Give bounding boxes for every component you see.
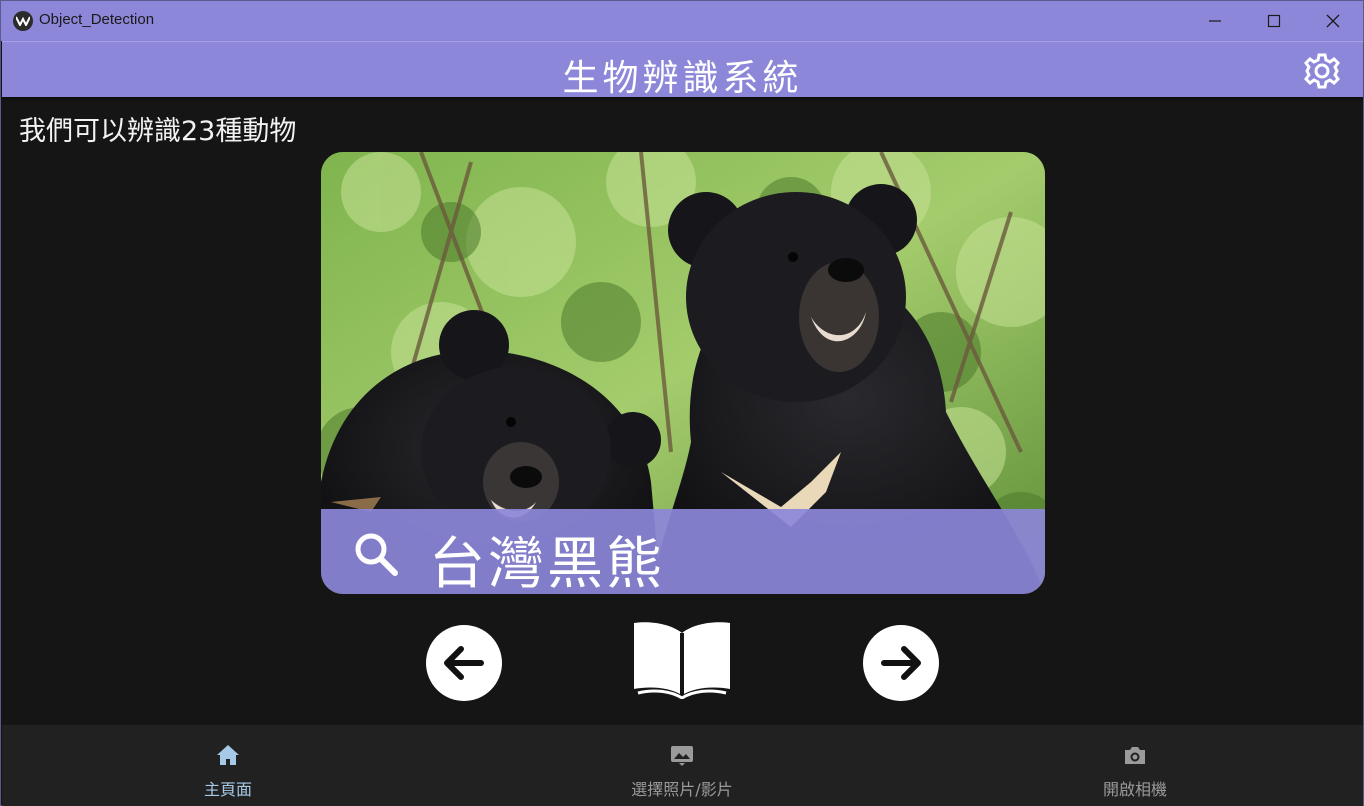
previous-button[interactable] bbox=[426, 625, 502, 701]
app-logo-icon bbox=[13, 11, 33, 31]
next-button[interactable] bbox=[863, 625, 939, 701]
encyclopedia-button[interactable] bbox=[629, 619, 735, 700]
home-icon bbox=[217, 745, 239, 765]
nav-item-home[interactable]: 主頁面 bbox=[78, 725, 378, 806]
recognized-animal-name: 台灣黑熊 bbox=[429, 532, 665, 594]
settings-button[interactable] bbox=[1301, 50, 1343, 92]
arrow-right-icon bbox=[881, 646, 921, 680]
title-bar: Object_Detection bbox=[1, 1, 1363, 41]
bottom-navigation: 主頁面 選擇照片/影片 開啟相機 bbox=[2, 725, 1363, 806]
gear-icon bbox=[1304, 53, 1340, 89]
app-window: Object_Detection 生物辨識系統 我們可以辨識23種動物 台灣黑熊… bbox=[0, 0, 1364, 806]
app-bar: 生物辨識系統 bbox=[2, 41, 1363, 99]
nav-label-home: 主頁面 bbox=[203, 780, 252, 799]
recognition-count-text: 我們可以辨識23種動物 bbox=[19, 116, 297, 147]
camera-icon bbox=[1125, 747, 1145, 764]
result-banner: 台灣黑熊 bbox=[321, 509, 1045, 594]
minimize-button[interactable] bbox=[1186, 1, 1244, 41]
window-title: Object_Detection bbox=[39, 11, 155, 28]
open-book-icon bbox=[634, 622, 730, 700]
app-title: 生物辨識系統 bbox=[562, 58, 803, 99]
nav-label-camera: 開啟相機 bbox=[1102, 780, 1167, 799]
animal-image-card: 台灣黑熊 bbox=[321, 152, 1045, 594]
maximize-button[interactable] bbox=[1245, 1, 1303, 41]
arrow-left-icon bbox=[444, 646, 484, 680]
image-icon bbox=[671, 746, 693, 766]
search-icon bbox=[355, 533, 398, 576]
nav-item-select-media[interactable]: 選擇照片/影片 bbox=[532, 725, 832, 806]
close-button[interactable] bbox=[1304, 1, 1362, 41]
nav-label-select-media: 選擇照片/影片 bbox=[631, 780, 733, 799]
nav-item-camera[interactable]: 開啟相機 bbox=[985, 725, 1285, 806]
